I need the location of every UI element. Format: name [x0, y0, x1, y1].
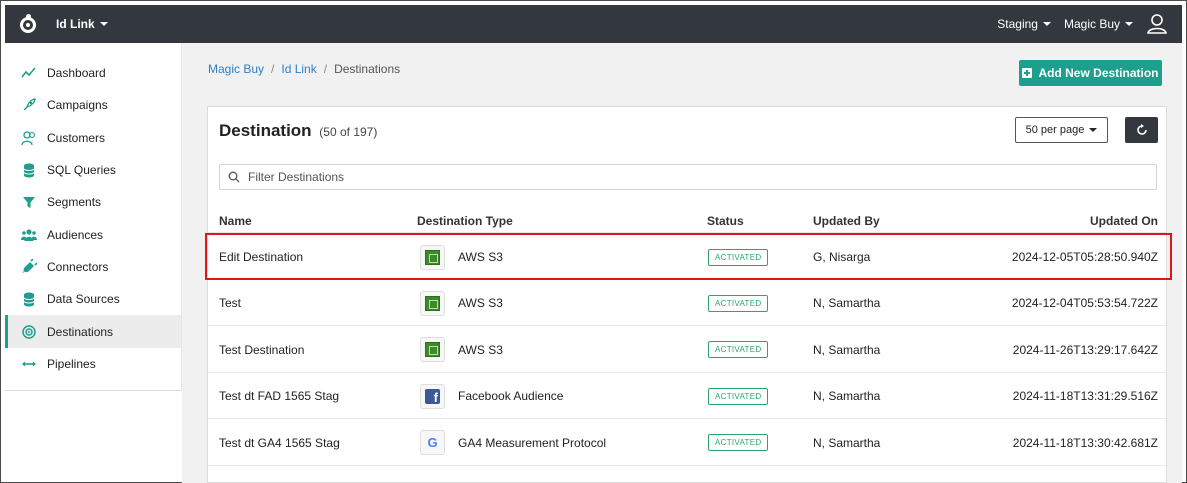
chevron-down-icon — [1042, 22, 1051, 26]
add-new-destination-label: Add New Destination — [1038, 66, 1159, 80]
sidebar-item-sql-queries[interactable]: SQL Queries — [5, 154, 181, 186]
chevron-down-icon — [1125, 22, 1133, 26]
breadcrumb: Magic Buy / Id Link / Destinations — [208, 62, 400, 76]
sidebar-item-customers[interactable]: Customers — [5, 122, 181, 154]
add-new-destination-button[interactable]: Add New Destination — [1019, 60, 1162, 86]
updated-on: 2024-11-26T13:29:17.642Z — [1012, 342, 1158, 357]
sidebar-item-data-sources[interactable]: Data Sources — [5, 283, 181, 315]
rocket-icon — [21, 97, 37, 113]
destination-name[interactable]: Test dt FAD 1565 Stag — [219, 389, 339, 403]
refresh-button[interactable] — [1125, 117, 1158, 143]
sidebar-item-connectors[interactable]: Connectors — [5, 251, 181, 283]
sidebar-item-destinations[interactable]: Destinations — [5, 315, 181, 348]
table-row[interactable]: Test dt GA4 1565 Stag G GA4 Measurement Pr… — [208, 420, 1166, 466]
search-icon — [228, 171, 240, 183]
filter-field — [219, 164, 1157, 190]
app-name: Id Link — [56, 17, 95, 31]
record-count: (50 of 197) — [319, 125, 378, 139]
users-icon — [21, 227, 37, 243]
sidebar-item-pipelines[interactable]: Pipelines — [5, 348, 181, 380]
updated-by: N, Samartha — [813, 389, 881, 404]
destination-type: AWS S3 — [458, 342, 503, 357]
plug-icon — [21, 258, 37, 275]
updated-on: 2024-11-18T13:30:42.681Z — [1012, 435, 1158, 450]
breadcrumb-separator: / — [323, 62, 328, 76]
destination-type: GA4 Measurement Protocol — [458, 435, 607, 450]
page-title: Destination (50 of 197) — [219, 121, 377, 141]
updated-on: 2024-11-18T13:31:29.516Z — [1012, 389, 1158, 404]
chevron-down-icon — [99, 22, 108, 26]
database-icon — [21, 162, 37, 178]
sidebar-item-label: SQL Queries — [47, 163, 116, 178]
sidebar-item-campaigns[interactable]: Campaigns — [5, 89, 181, 121]
target-icon — [21, 324, 37, 340]
sidebar: Dashboard Campaigns Customers SQL Queries Se… — [5, 43, 182, 391]
table-row[interactable]: Test AWS S3 ACTIVATED N, Samartha 2024-12-04… — [208, 280, 1166, 327]
sidebar-item-label: Pipelines — [47, 356, 96, 371]
sidebar-item-label: Campaigns — [47, 98, 108, 113]
destination-type: AWS S3 — [458, 296, 503, 311]
chevron-down-icon — [1089, 128, 1098, 132]
environment-label: Staging — [997, 17, 1038, 31]
updated-by: N, Samartha — [813, 296, 881, 311]
destination-type: Facebook Audience — [458, 389, 564, 404]
aws-s3-icon — [420, 337, 445, 363]
sidebar-item-label: Dashboard — [47, 66, 106, 81]
destination-name[interactable]: Test — [219, 296, 241, 310]
table-row[interactable]: Test dt FAD 1565 Stag f Facebook Audience A… — [208, 373, 1166, 420]
sidebar-item-dashboard[interactable]: Dashboard — [5, 57, 181, 89]
breadcrumb-item-id-link[interactable]: Id Link — [281, 62, 316, 76]
arrows-horizontal-icon — [21, 356, 37, 372]
users-outline-icon — [21, 130, 37, 146]
status-badge: ACTIVATED — [708, 434, 769, 452]
sidebar-item-audiences[interactable]: Audiences — [5, 218, 181, 250]
account-dropdown[interactable]: Magic Buy — [1064, 17, 1133, 31]
breadcrumb-item-current: Destinations — [334, 62, 401, 76]
account-label: Magic Buy — [1063, 17, 1120, 31]
status-badge: ACTIVATED — [708, 387, 769, 405]
sidebar-item-label: Data Sources — [47, 292, 120, 307]
updated-on: 2024-12-04T05:53:54.722Z — [1011, 296, 1158, 311]
aws-s3-icon — [420, 290, 445, 316]
per-page-label: 50 per page — [1025, 124, 1085, 136]
destination-name[interactable]: Test Destination — [219, 343, 304, 357]
status-badge: ACTIVATED — [708, 341, 769, 359]
column-header-destination-type[interactable]: Destination Type — [417, 214, 513, 228]
table-header: Name Destination Type Status Updated By … — [208, 211, 1166, 233]
card-title-text: Destination — [219, 121, 312, 140]
app-switcher-dropdown[interactable]: Id Link — [56, 17, 108, 31]
user-icon[interactable] — [1146, 13, 1168, 35]
per-page-dropdown[interactable]: 50 per page — [1015, 117, 1108, 143]
destination-name[interactable]: Test dt GA4 1565 Stag — [219, 436, 340, 450]
column-header-updated-on[interactable]: Updated On — [1090, 214, 1158, 228]
environment-dropdown[interactable]: Staging — [997, 17, 1051, 31]
sidebar-item-label: Destinations — [47, 324, 114, 339]
status-badge: ACTIVATED — [708, 294, 769, 312]
column-header-updated-by[interactable]: Updated By — [813, 214, 880, 228]
sidebar-item-label: Segments — [47, 195, 102, 210]
facebook-icon: f — [420, 383, 445, 409]
filter-icon — [21, 194, 37, 210]
sidebar-item-label: Connectors — [47, 259, 109, 274]
updated-by: N, Samartha — [813, 342, 881, 357]
table-row[interactable]: Test Destination AWS S3 ACTIVATED N, Samart… — [208, 327, 1166, 373]
plus-square-icon — [1022, 68, 1033, 78]
database-icon — [21, 291, 37, 307]
app-logo-icon[interactable] — [19, 14, 39, 34]
filter-destinations-input[interactable] — [248, 170, 1156, 184]
column-header-name[interactable]: Name — [219, 214, 252, 228]
updated-by: N, Samartha — [813, 435, 881, 450]
breadcrumb-separator: / — [271, 62, 275, 76]
sidebar-item-label: Audiences — [47, 227, 104, 242]
destinations-card: Destination (50 of 197) 50 per page Name… — [207, 106, 1167, 483]
highlight-box — [205, 233, 1172, 280]
breadcrumb-item-magic-buy[interactable]: Magic Buy — [208, 62, 264, 76]
sidebar-item-label: Customers — [47, 130, 106, 145]
line-chart-icon — [21, 65, 37, 81]
google-icon: G — [420, 430, 445, 456]
column-header-status[interactable]: Status — [707, 214, 744, 228]
top-navbar: Id Link Staging Magic Buy — [5, 5, 1182, 43]
sidebar-item-segments[interactable]: Segments — [5, 186, 181, 218]
refresh-icon — [1136, 124, 1147, 135]
